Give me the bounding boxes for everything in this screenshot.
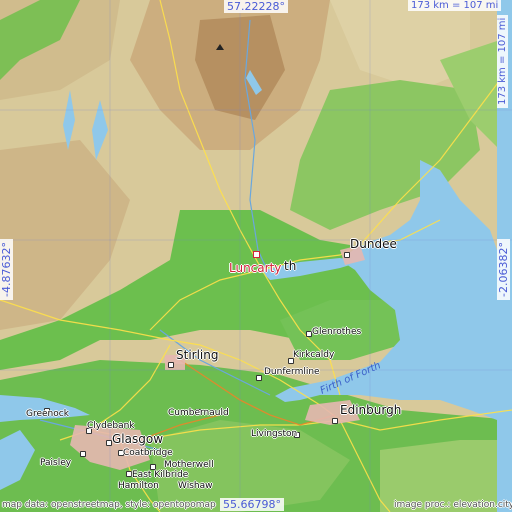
city-dot-icon — [168, 362, 174, 368]
city-dot-icon — [332, 418, 338, 424]
place-dundee: Dundee — [350, 237, 397, 251]
place-paisley: Paisley — [40, 458, 72, 468]
map-view[interactable]: th Luncarty Dundee Stirling Glenrothes K… — [0, 0, 512, 512]
scale-horizontal-label: 173 km = 107 mi — [408, 0, 502, 11]
coord-top-label: 57.22228° — [224, 0, 288, 13]
place-perth: th — [284, 259, 297, 273]
place-stirling: Stirling — [176, 348, 219, 362]
credit-right: image proc.: elevation.city — [394, 500, 512, 510]
location-marker-icon[interactable] — [253, 251, 260, 258]
place-livingston: Livingston — [251, 429, 298, 439]
place-motherwell: Motherwell — [164, 460, 214, 470]
credit-left: map data: openstreetmap, style: opentopo… — [2, 500, 216, 510]
highlight-place-label: Luncarty — [229, 261, 282, 275]
place-greenock: Greenock — [26, 409, 69, 419]
city-dot-icon — [80, 451, 86, 457]
coord-bottom-label: 55.66798° — [220, 498, 284, 511]
place-hamilton: Hamilton — [118, 481, 159, 491]
city-dot-icon — [344, 252, 350, 258]
place-east-kilbride: East Kilbride — [132, 470, 189, 480]
place-glasgow: Glasgow — [112, 432, 164, 446]
coord-left-label: -4.87632° — [0, 239, 13, 300]
place-kirkcaldy: Kirkcaldy — [293, 350, 335, 360]
scale-vertical-label: 173 km = 107 mi — [497, 14, 508, 108]
place-coatbridge: Coatbridge — [123, 448, 173, 458]
place-glenrothes: Glenrothes — [312, 327, 362, 337]
city-dot-icon — [256, 375, 262, 381]
place-clydebank: Clydebank — [87, 421, 135, 431]
place-edinburgh: Edinburgh — [340, 403, 402, 417]
coord-right-label: -2.06382° — [497, 239, 510, 300]
place-wishaw: Wishaw — [178, 481, 213, 491]
place-dunfermline: Dunfermline — [264, 367, 320, 377]
place-cumbernauld: Cumbernauld — [168, 408, 229, 418]
